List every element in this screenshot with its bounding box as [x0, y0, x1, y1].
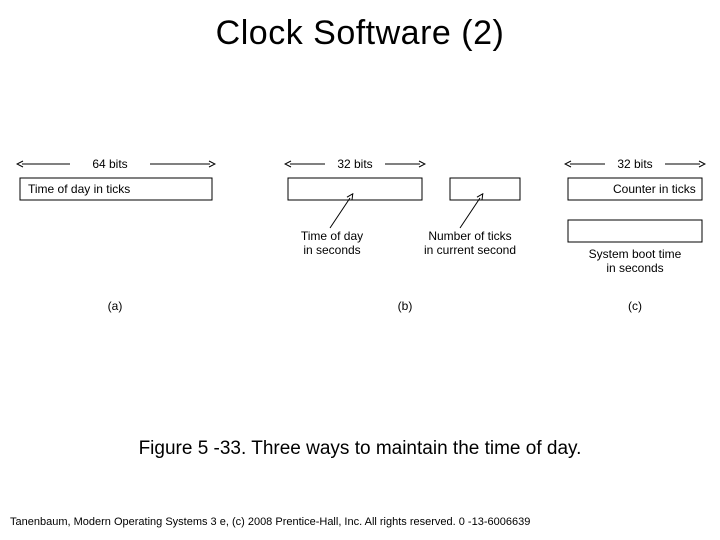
figure-caption: Figure 5 -33. Three ways to maintain the… — [0, 438, 720, 460]
width-label-b: 32 bits — [337, 157, 372, 171]
panel-b: 32 bits Time of day in seconds Number of… — [288, 157, 520, 313]
panel-label-c: (c) — [628, 299, 642, 313]
box-b-right — [450, 178, 520, 200]
figure-5-33: 64 bits Time of day in ticks (a) 32 bits — [10, 140, 710, 340]
panel-a: 64 bits Time of day in ticks (a) — [20, 157, 212, 313]
slide: Clock Software (2) 64 bits — [0, 0, 720, 540]
figure-svg: 64 bits Time of day in ticks (a) 32 bits — [10, 140, 710, 340]
box-c-top-label: Counter in ticks — [613, 182, 696, 196]
width-label-c: 32 bits — [617, 157, 652, 171]
label-c-bottom-line2: in seconds — [606, 261, 663, 275]
panel-c: 32 bits Counter in ticks System boot tim… — [568, 157, 702, 313]
label-b-left-line1: Time of day — [301, 229, 363, 243]
box-a-label: Time of day in ticks — [28, 182, 130, 196]
width-label-a: 64 bits — [92, 157, 127, 171]
panel-label-a: (a) — [108, 299, 123, 313]
box-c-bottom — [568, 220, 702, 242]
label-b-right-line2: in current second — [424, 243, 516, 257]
panel-label-b: (b) — [398, 299, 413, 313]
label-b-left-line2: in seconds — [303, 243, 360, 257]
label-b-right-line1: Number of ticks — [428, 229, 511, 243]
pointer-b-left — [330, 198, 350, 228]
footer-credit: Tanenbaum, Modern Operating Systems 3 e,… — [10, 516, 530, 528]
box-b-left — [288, 178, 422, 200]
pointer-b-right — [460, 198, 480, 228]
label-c-bottom-line1: System boot time — [589, 247, 682, 261]
page-title: Clock Software (2) — [0, 14, 720, 53]
